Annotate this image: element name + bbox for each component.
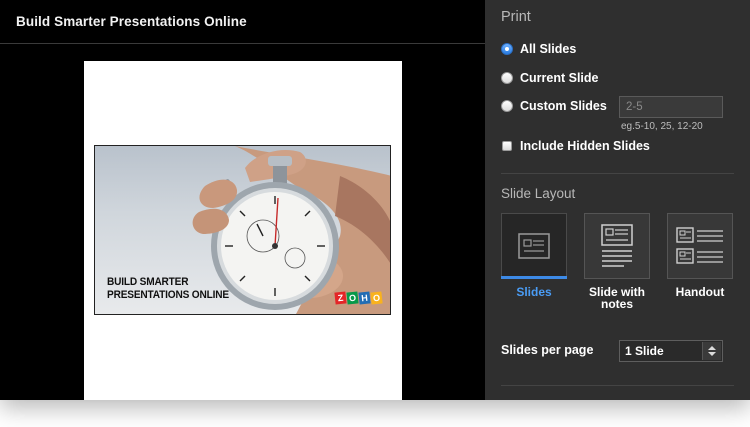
zoho-logo: Z O H O	[334, 291, 383, 305]
print-section-title: Print	[501, 9, 531, 25]
slides-per-page-label: Slides per page	[501, 343, 594, 357]
layout-option-slides[interactable]: Slides	[501, 213, 567, 310]
preview-header: Build Smarter Presentations Online	[0, 0, 485, 44]
radio-all-slides[interactable]: All Slides	[501, 42, 576, 56]
handout-layout-icon	[676, 227, 723, 264]
radio-label: All Slides	[520, 42, 577, 56]
layout-label: Slides	[516, 285, 552, 299]
print-preview-area: Build Smarter Presentations Online BUILD…	[0, 0, 485, 400]
slide-caption: BUILD SMARTER PRESENTATIONS ONLINE	[107, 276, 229, 302]
section-divider	[501, 173, 734, 174]
select-value: 1 Slide	[625, 344, 664, 358]
layout-options: Slides Slide with notes Handout	[501, 213, 733, 310]
radio-custom-slides[interactable]: Custom Slides	[501, 99, 607, 113]
slides-per-page-select[interactable]: 1 Slide	[619, 340, 723, 362]
preview-page: BUILD SMARTER PRESENTATIONS ONLINE Z O H…	[84, 61, 402, 400]
layout-option-handout[interactable]: Handout	[667, 213, 733, 310]
layout-label: Handout	[675, 285, 725, 299]
layout-label: Slide with notes	[588, 285, 645, 311]
document-title: Build Smarter Presentations Online	[16, 14, 247, 29]
slide-thumbnail: BUILD SMARTER PRESENTATIONS ONLINE Z O H…	[94, 145, 391, 315]
slide-caption-line-1: BUILD SMARTER	[107, 276, 189, 288]
logo-letter: O	[346, 291, 359, 305]
updown-arrows-icon[interactable]	[702, 342, 721, 360]
print-dialog: Build Smarter Presentations Online BUILD…	[0, 0, 750, 400]
layout-thumbnail[interactable]	[501, 213, 567, 279]
layout-option-slide-with-notes[interactable]: Slide with notes	[584, 213, 650, 310]
radio-label: Current Slide	[520, 71, 599, 85]
custom-slides-hint: eg.5-10, 25, 12-20	[621, 121, 703, 132]
custom-slides-input[interactable]	[619, 96, 723, 118]
logo-letter: Z	[334, 291, 347, 305]
radio-button[interactable]	[501, 100, 513, 112]
slide-notes-layout-icon	[601, 224, 633, 267]
logo-letter: H	[358, 291, 371, 305]
radio-button-checked[interactable]	[501, 43, 513, 55]
radio-label: Custom Slides	[520, 99, 607, 113]
layout-thumbnail[interactable]	[584, 213, 650, 279]
include-hidden-checkbox[interactable]	[502, 141, 512, 151]
slide-layout-title: Slide Layout	[501, 186, 576, 201]
slide-caption-line-2: PRESENTATIONS ONLINE	[107, 289, 229, 301]
section-divider	[501, 385, 734, 386]
print-settings-panel: Print All Slides Current Slide Custom Sl…	[485, 0, 750, 400]
include-hidden-slides-row[interactable]: Include Hidden Slides	[502, 139, 650, 153]
include-hidden-label: Include Hidden Slides	[520, 139, 650, 153]
radio-button[interactable]	[501, 72, 513, 84]
slides-layout-icon	[518, 233, 550, 259]
layout-thumbnail[interactable]	[667, 213, 733, 279]
radio-current-slide[interactable]: Current Slide	[501, 71, 599, 85]
logo-letter: O	[370, 291, 383, 305]
